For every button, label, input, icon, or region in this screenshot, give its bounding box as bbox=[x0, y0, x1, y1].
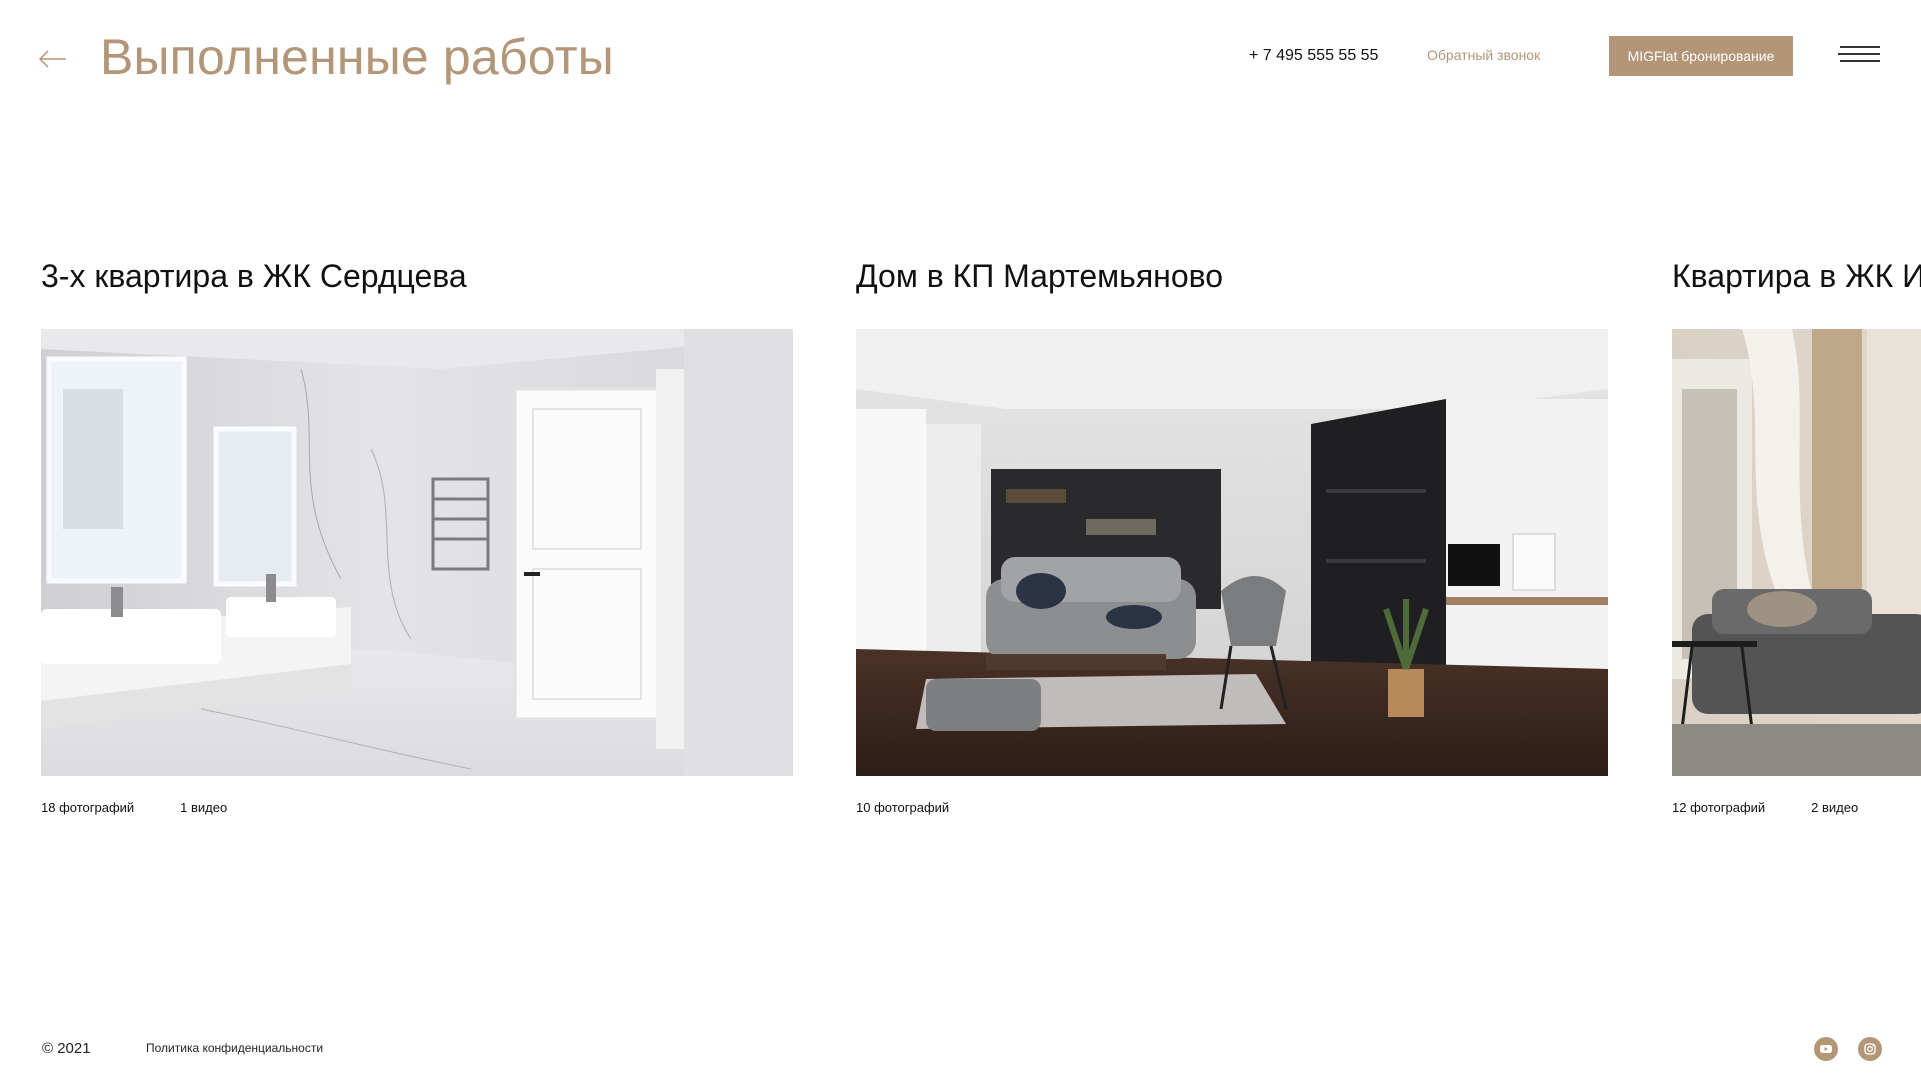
project-photo[interactable] bbox=[1672, 329, 1921, 776]
back-arrow-icon[interactable] bbox=[36, 42, 70, 76]
photo-count: 12 фотографий bbox=[1672, 800, 1766, 815]
project-photo[interactable] bbox=[856, 329, 1608, 776]
page-title: Выполненные работы bbox=[100, 29, 614, 85]
project-card[interactable]: Дом в КП Мартемьяново 10 фотографий bbox=[856, 250, 1608, 815]
privacy-policy-link[interactable]: Политика конфиденциальности bbox=[146, 1041, 323, 1055]
booking-button[interactable]: MIGFlat бронирование bbox=[1609, 36, 1793, 76]
photo-count: 10 фотографий bbox=[856, 800, 950, 815]
project-meta: 10 фотографий bbox=[856, 800, 1608, 815]
project-title[interactable]: 3-х квартира в ЖК Сердцева bbox=[41, 250, 793, 302]
copyright: © 2021 bbox=[42, 1040, 91, 1057]
phone-link[interactable]: + 7 495 555 55 55 bbox=[1249, 47, 1378, 65]
project-meta: 18 фотографий 1 видео bbox=[41, 800, 793, 815]
callback-link[interactable]: Обратный звонок bbox=[1427, 47, 1540, 63]
instagram-glyph bbox=[1864, 1043, 1876, 1055]
hamburger-menu-icon[interactable] bbox=[1838, 44, 1880, 66]
youtube-icon[interactable] bbox=[1814, 1037, 1838, 1061]
menu-line bbox=[1840, 46, 1880, 48]
project-title[interactable]: Квартира в ЖК И bbox=[1672, 250, 1921, 302]
project-photo[interactable] bbox=[41, 329, 793, 776]
menu-line bbox=[1840, 60, 1880, 62]
site-footer: © 2021 Политика конфиденциальности bbox=[0, 1030, 1921, 1070]
photo-count: 18 фотографий bbox=[41, 800, 135, 815]
project-card[interactable]: 3-х квартира в ЖК Сердцева 18 фотографий… bbox=[41, 250, 793, 815]
menu-line bbox=[1838, 53, 1880, 55]
video-count: 2 видео bbox=[1811, 800, 1859, 815]
projects-carousel[interactable]: 3-х квартира в ЖК Сердцева 18 фотографий… bbox=[0, 250, 1921, 830]
project-meta: 12 фотографий 2 видео bbox=[1672, 800, 1921, 815]
youtube-glyph bbox=[1820, 1045, 1832, 1053]
video-count: 1 видео bbox=[180, 800, 228, 815]
project-title[interactable]: Дом в КП Мартемьяново bbox=[856, 250, 1608, 302]
instagram-icon[interactable] bbox=[1858, 1037, 1882, 1061]
site-header: Выполненные работы + 7 495 555 55 55 Обр… bbox=[0, 0, 1921, 120]
project-card[interactable]: Квартира в ЖК И 12 фотографий 2 видео bbox=[1672, 250, 1921, 815]
